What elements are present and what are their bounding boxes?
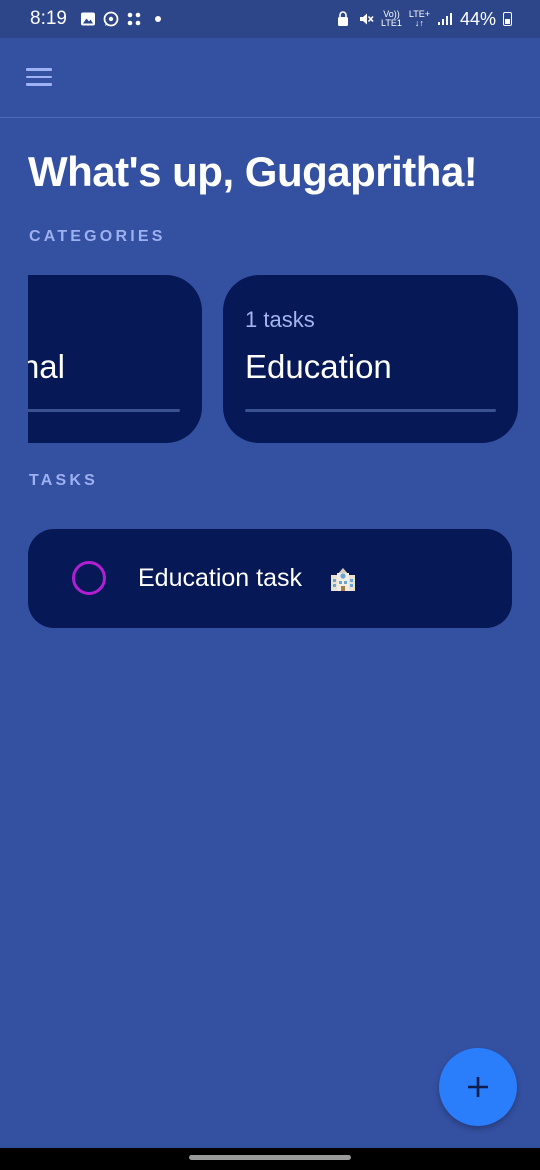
school-building-icon xyxy=(331,568,355,591)
tasks-heading: TASKS xyxy=(29,472,99,489)
task-item[interactable]: Education task xyxy=(28,529,512,628)
add-task-button[interactable] xyxy=(439,1048,517,1126)
category-progress-bar xyxy=(245,409,496,412)
category-task-count: 1 tasks xyxy=(245,307,315,332)
category-name: Education xyxy=(245,348,392,385)
category-progress-bar xyxy=(28,409,180,412)
task-title: Education task xyxy=(138,564,302,592)
categories-carousel[interactable]: Personal 1 tasks Education xyxy=(28,0,540,460)
category-name: Personal xyxy=(28,348,65,385)
plus-icon xyxy=(468,1077,488,1097)
category-card-personal[interactable]: Personal xyxy=(28,275,202,443)
system-nav-bar xyxy=(0,1148,540,1170)
home-gesture-handle[interactable] xyxy=(189,1155,351,1160)
category-card-education[interactable]: 1 tasks Education xyxy=(223,275,518,443)
task-checkbox[interactable] xyxy=(72,561,106,595)
